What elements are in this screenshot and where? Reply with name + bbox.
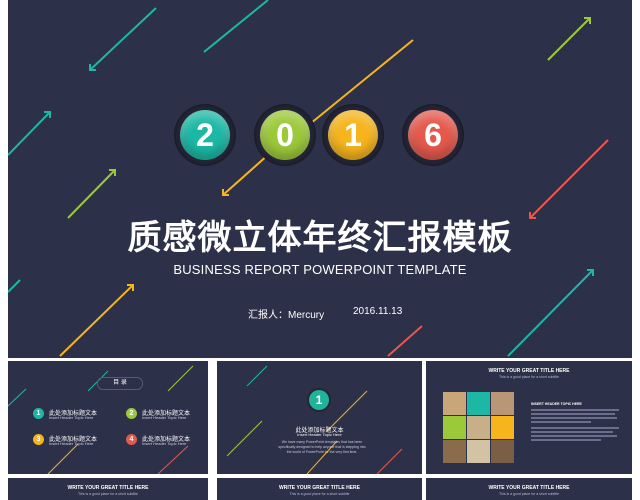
slide-thumb-title: WRITE YOUR GREAT TITLE HERE — [279, 485, 360, 491]
slide-thumb-subtitle: This is a good place for a short subtitl… — [499, 375, 559, 379]
photo-tile — [491, 392, 514, 415]
toc-item-subtitle: Insert Header Topic Here — [142, 415, 187, 420]
toc-number: 1 — [33, 408, 44, 419]
digit-6: 6 — [408, 110, 458, 160]
photo-tile — [467, 416, 490, 439]
toc-item: 3 此处添加标题文本 Insert Header Topic Here — [33, 434, 113, 448]
slide-thumb-side-heading: INSERT HEADER TOPIC HERE — [531, 402, 582, 406]
slide-thumb-subtitle: This is a good place for a short subtitl… — [289, 492, 350, 496]
section-description: We have many PowerPoint templates that h… — [278, 440, 366, 454]
slide-thumbnail-photos[interactable]: WRITE YOUR GREAT TITLE HERE This is a go… — [426, 361, 632, 474]
decorative-arrows — [8, 0, 609, 357]
slide-thumbnail[interactable]: WRITE YOUR GREAT TITLE HERE This is a go… — [426, 478, 632, 500]
decorative-arrows — [226, 365, 403, 474]
photo-tile — [443, 440, 466, 463]
slide-thumbnail-section[interactable]: 1 此处添加标题文本 Insert Header Topic Here We h… — [217, 361, 422, 474]
toc-number: 3 — [33, 434, 44, 445]
section-number: 1 — [309, 390, 329, 410]
slide-thumbnail[interactable]: WRITE YOUR GREAT TITLE HERE This is a go… — [217, 478, 422, 500]
digit-1: 1 — [328, 110, 378, 160]
year-digits: 2 0 1 6 — [8, 104, 632, 166]
digit-badge: 1 — [322, 104, 384, 166]
toc-number: 2 — [126, 408, 137, 419]
photo-tile — [467, 440, 490, 463]
slide-thumb-title: WRITE YOUR GREAT TITLE HERE — [67, 485, 149, 491]
date-label: 2016.11.13 — [353, 306, 403, 317]
photo-tile — [443, 392, 466, 415]
toc-item: 4 此处添加标题文本 Insert Header Topic Here — [126, 434, 206, 448]
slide-thumbnail-toc[interactable]: 目 录 1 此处添加标题文本 Insert Header Topic Here … — [8, 361, 208, 474]
reporter-label: 汇报人：Mercury — [248, 310, 325, 321]
digit-2: 2 — [180, 110, 230, 160]
slide-subtitle: BUSINESS REPORT POWERPOINT TEMPLATE — [173, 262, 467, 277]
section-subtitle: Insert Header Topic Here — [297, 432, 342, 437]
slide-thumb-subtitle: This is a good place for a short subtitl… — [499, 492, 559, 496]
photo-tile-highlight — [443, 416, 466, 439]
toc-item-subtitle: Insert Header Topic Here — [49, 415, 94, 420]
toc-number: 4 — [126, 434, 137, 445]
photo-tile — [491, 440, 514, 463]
digit-badge: 0 — [254, 104, 316, 166]
slide-thumb-title: WRITE YOUR GREAT TITLE HERE — [488, 368, 570, 374]
photo-tile-highlight — [467, 392, 490, 415]
slide-thumbnail[interactable]: WRITE YOUR GREAT TITLE HERE This is a go… — [8, 478, 208, 500]
slide-thumb-title: WRITE YOUR GREAT TITLE HERE — [488, 485, 570, 491]
slide-title: 质感微立体年终汇报模板 — [127, 219, 513, 257]
toc-item-subtitle: Insert Header Topic Here — [49, 441, 94, 446]
digit-0: 0 — [260, 110, 310, 160]
toc-item-subtitle: Insert Header Topic Here — [142, 441, 187, 446]
slide-thumb-subtitle: This is a good place for a short subtitl… — [78, 492, 138, 496]
photo-grid — [443, 392, 515, 464]
photo-tile-highlight — [491, 416, 514, 439]
digit-badge: 2 — [174, 104, 236, 166]
toc-item: 1 此处添加标题文本 Insert Header Topic Here — [33, 408, 113, 422]
toc-item: 2 此处添加标题文本 Insert Header Topic Here — [126, 408, 206, 422]
section-badge: 1 — [307, 388, 331, 412]
digit-badge: 6 — [402, 104, 464, 166]
main-slide[interactable]: 2 0 1 6 质感微立体年终汇报模板 BUSINESS REPORT POWE… — [8, 0, 632, 358]
toc-label: 目 录 — [97, 377, 143, 390]
slide-thumb-body-text — [531, 409, 619, 443]
